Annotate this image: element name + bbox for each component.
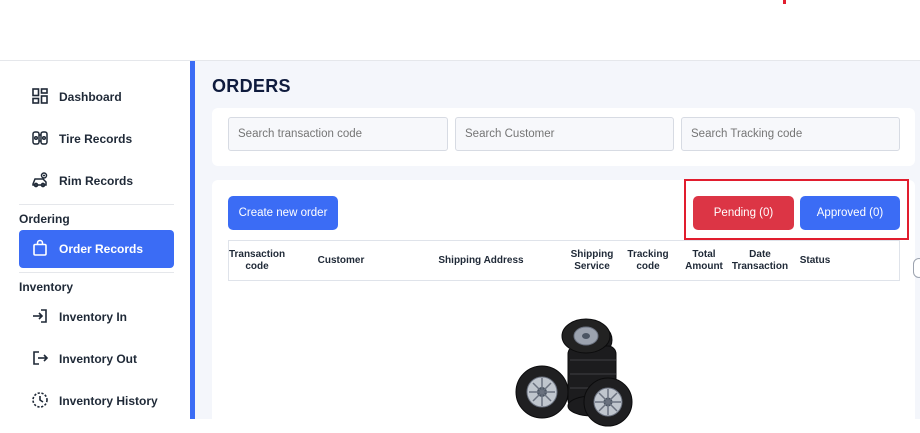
column-header-customer[interactable]: Customer [309,241,373,280]
sidebar-item-inventory-history[interactable]: Inventory History [19,382,174,420]
header-accent-mark [783,0,786,4]
sidebar-item-label: Rim Records [59,174,134,188]
shopping-bag-icon [31,239,49,260]
search-panel [212,108,915,166]
column-header-date-transaction[interactable]: Date Transaction [731,241,789,280]
sidebar-item-tire-records[interactable]: Tire Records [19,120,174,158]
section-title-ordering: Ordering [19,212,70,226]
orders-table-header: Transaction code Customer Shipping Addre… [228,240,900,281]
orders-panel: Create new order Pending (0) Approved (0… [212,179,915,428]
tire-records-icon [31,129,49,150]
main-content: ORDERS Create new order Pending (0) Appr… [195,61,920,427]
search-customer-input[interactable] [455,117,674,151]
sidebar-item-inventory-out[interactable]: Inventory Out [19,340,174,378]
approved-filter-button[interactable]: Approved (0) [800,196,900,230]
sidebar-item-label: Dashboard [59,90,122,104]
history-icon [31,391,49,412]
sidebar-item-dashboard[interactable]: Dashboard [19,78,174,116]
sidebar-item-rim-records[interactable]: Rim Records [19,162,174,200]
sidebar-item-order-records[interactable]: Order Records [19,230,174,268]
collapse-handle[interactable] [913,258,920,278]
column-header-status[interactable]: Status [795,241,835,280]
column-header-shipping-service[interactable]: Shipping Service [564,241,620,280]
sidebar: Dashboard Tire Records Rim Records Order… [0,61,190,419]
column-header-total-amount[interactable]: Total Amount [679,241,729,280]
create-order-button[interactable]: Create new order [228,196,338,230]
sidebar-item-label: Inventory History [59,394,158,408]
sidebar-item-label: Inventory Out [59,352,138,366]
sign-in-icon [31,307,49,328]
sidebar-item-label: Inventory In [59,310,128,324]
sidebar-item-label: Order Records [59,242,144,256]
sidebar-divider [19,204,174,205]
search-transaction-input[interactable] [228,117,448,151]
column-header-shipping-address[interactable]: Shipping Address [434,241,528,280]
page-title: ORDERS [212,76,291,96]
column-header-tracking-code[interactable]: Tracking code [623,241,673,280]
rim-records-icon [31,171,49,192]
tire-stack-icon [512,318,642,428]
sidebar-item-label: Tire Records [59,132,133,146]
column-header-transaction-code[interactable]: Transaction code [229,241,285,280]
section-title-inventory: Inventory [19,280,74,294]
top-header [0,0,920,61]
dashboard-grid-icon [31,87,49,108]
sign-out-icon [31,349,49,370]
search-tracking-input[interactable] [681,117,900,151]
sidebar-divider [19,272,174,273]
sidebar-item-inventory-in[interactable]: Inventory In [19,298,174,336]
pending-filter-button[interactable]: Pending (0) [693,196,794,230]
